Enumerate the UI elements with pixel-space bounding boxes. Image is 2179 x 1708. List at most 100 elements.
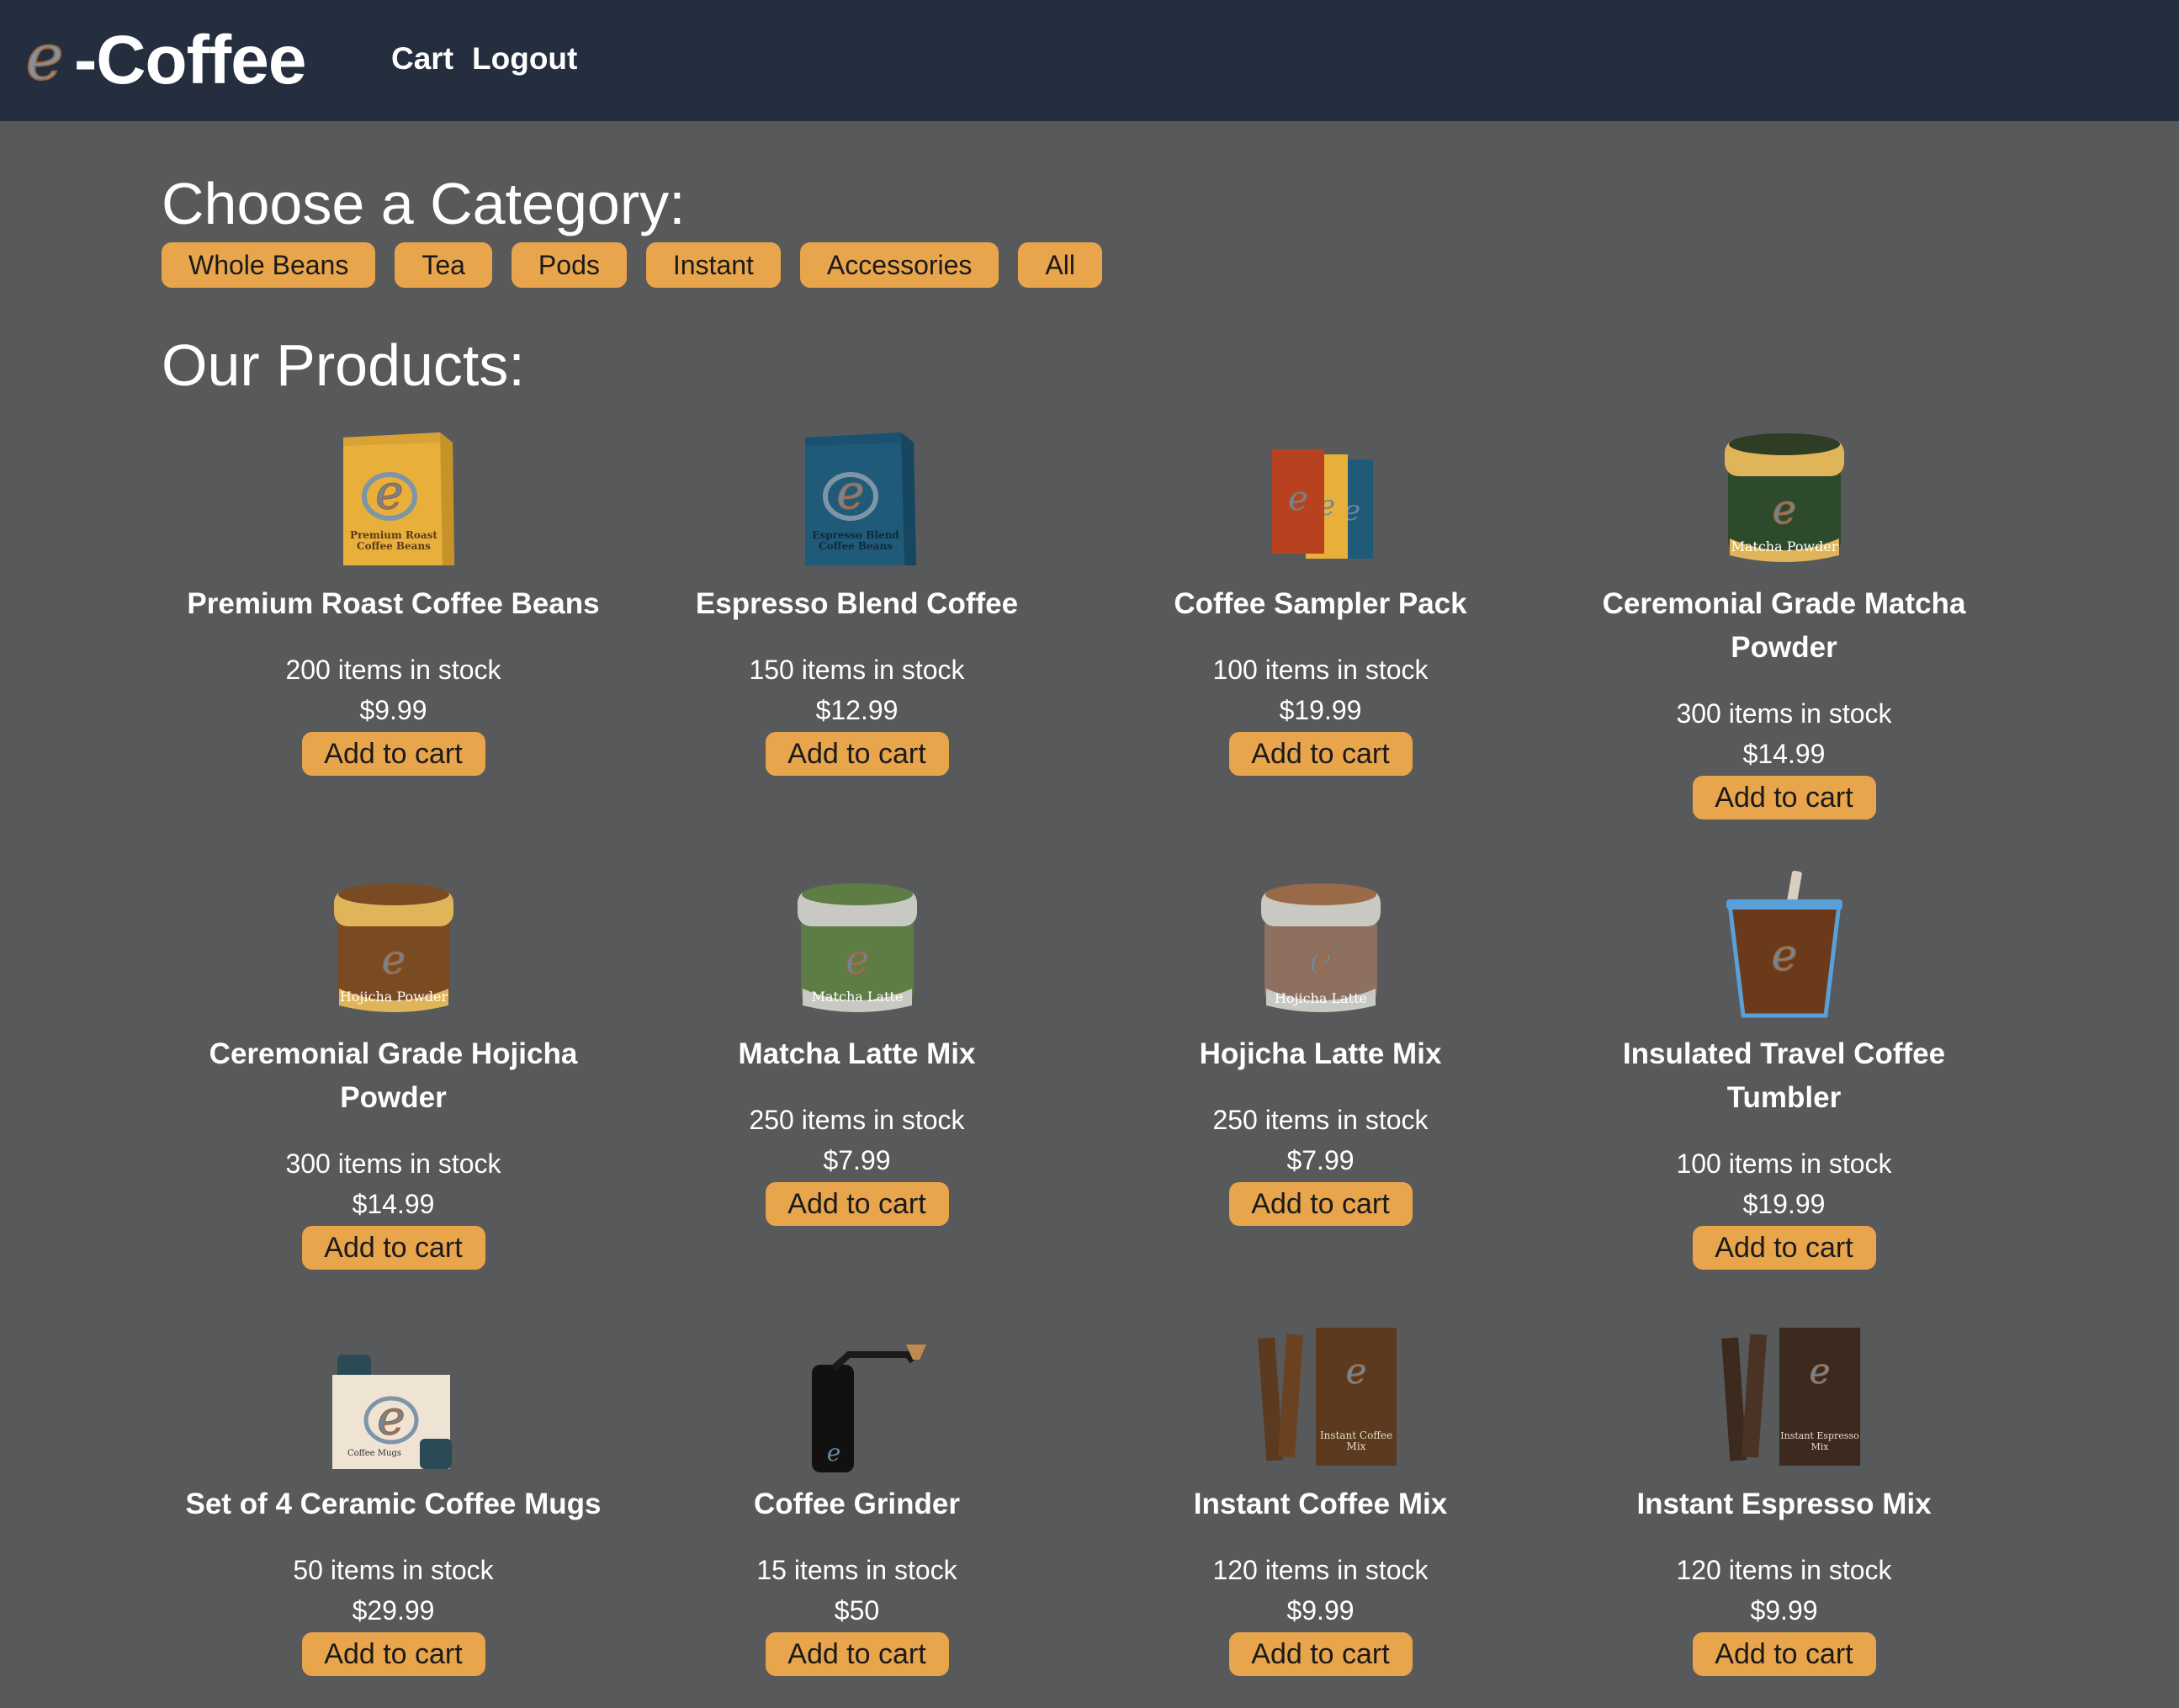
coffee-bag-icon: e Premium Roast Coffee Beans	[342, 432, 454, 565]
brand-logo-link[interactable]: e -Coffee	[19, 19, 307, 103]
category-accessories-button[interactable]: Accessories	[799, 242, 999, 288]
product-image[interactable]: e Hojicha Powder	[162, 871, 625, 1022]
top-navbar: e -Coffee Cart Logout	[0, 0, 2179, 121]
category-tea-button[interactable]: Tea	[395, 242, 492, 288]
product-stock: 120 items in stock	[1212, 1555, 1429, 1585]
add-to-cart-button[interactable]: Add to cart	[1692, 1226, 1876, 1270]
category-filter-bar: Whole Beans Tea Pods Instant Accessories…	[162, 242, 2012, 289]
instant-box-icon: e Instant Espresso Mix	[1720, 1328, 1860, 1466]
jar-icon: e Matcha Powder	[1724, 433, 1844, 562]
svg-text:e: e	[381, 936, 405, 984]
product-price: $7.99	[823, 1145, 891, 1175]
product-stock: 300 items in stock	[285, 1148, 501, 1179]
svg-text:Premium Roast: Premium Roast	[350, 529, 437, 541]
product-card: e e e Coffee Sampler Pack 100 items in s…	[1089, 421, 1552, 776]
product-stock: 250 items in stock	[749, 1105, 965, 1135]
add-to-cart-button[interactable]: Add to cart	[765, 1632, 949, 1676]
svg-text:e: e	[1308, 936, 1332, 984]
svg-text:Coffee Beans: Coffee Beans	[357, 540, 431, 552]
category-all-button[interactable]: All	[1018, 242, 1102, 288]
svg-text:e: e	[1771, 931, 1797, 981]
product-price: $9.99	[1750, 1595, 1818, 1626]
product-stock: 15 items in stock	[756, 1555, 957, 1585]
product-card: e Coffee Mugs Set of 4 Ceramic Coffee Mu…	[162, 1321, 625, 1676]
product-card: e Premium Roast Coffee Beans Premium Roa…	[162, 421, 625, 776]
product-price: $7.99	[1286, 1145, 1355, 1175]
product-image[interactable]: e	[1552, 871, 2016, 1022]
product-card: e Instant Coffee Mix Instant Coffee Mix …	[1089, 1321, 1552, 1676]
svg-text:Coffee Beans: Coffee Beans	[819, 540, 893, 552]
add-to-cart-button[interactable]: Add to cart	[765, 1182, 949, 1226]
product-image[interactable]: e Matcha Powder	[1552, 421, 2016, 572]
product-image[interactable]: e	[625, 1321, 1089, 1472]
jar-icon: e Hojicha Latte	[1260, 883, 1381, 1012]
product-name: Set of 4 Ceramic Coffee Mugs	[185, 1488, 602, 1520]
product-image[interactable]: e Premium Roast Coffee Beans	[162, 421, 625, 572]
svg-text:Matcha Latte: Matcha Latte	[811, 989, 903, 1005]
product-name: Hojicha Latte Mix	[1199, 1037, 1442, 1070]
product-stock: 100 items in stock	[1212, 655, 1429, 685]
product-card: e Insulated Travel Coffee Tumbler 100 it…	[1552, 871, 2016, 1270]
product-name: Ceremonial Grade Hojicha Powder	[209, 1037, 578, 1114]
product-price: $9.99	[359, 695, 427, 725]
svg-text:Coffee Mugs: Coffee Mugs	[347, 1449, 400, 1458]
category-whole-beans-button[interactable]: Whole Beans	[162, 242, 376, 288]
svg-text:Instant Coffee: Instant Coffee	[1319, 1430, 1392, 1441]
main-content: Choose a Category: Whole Beans Tea Pods …	[162, 165, 2012, 404]
nav-links: Cart Logout	[391, 37, 577, 81]
svg-text:e: e	[26, 30, 64, 91]
svg-text:Instant Espresso: Instant Espresso	[1780, 1430, 1859, 1441]
product-stock: 150 items in stock	[749, 655, 965, 685]
product-card: e Matcha Latte Matcha Latte Mix 250 item…	[625, 871, 1089, 1226]
add-to-cart-button[interactable]: Add to cart	[765, 732, 949, 776]
product-price: $50	[834, 1595, 880, 1626]
product-image[interactable]: e Hojicha Latte	[1089, 871, 1552, 1022]
product-price: $12.99	[815, 695, 899, 725]
mug-set-icon: e Coffee Mugs	[331, 1355, 452, 1469]
add-to-cart-button[interactable]: Add to cart	[1692, 776, 1876, 820]
category-heading: Choose a Category:	[162, 171, 686, 236]
product-card: e Hojicha Latte Hojicha Latte Mix 250 it…	[1089, 871, 1552, 1226]
product-image[interactable]: e e e	[1089, 421, 1552, 572]
e-logo-icon: e	[25, 30, 65, 91]
svg-text:e: e	[1809, 1350, 1830, 1392]
add-to-cart-button[interactable]: Add to cart	[1692, 1632, 1876, 1676]
product-name: Coffee Grinder	[753, 1488, 961, 1520]
add-to-cart-button[interactable]: Add to cart	[1228, 732, 1413, 776]
add-to-cart-button[interactable]: Add to cart	[1228, 1182, 1413, 1226]
add-to-cart-button[interactable]: Add to cart	[1228, 1632, 1413, 1676]
add-to-cart-button[interactable]: Add to cart	[301, 1226, 485, 1270]
product-price: $9.99	[1286, 1595, 1355, 1626]
add-to-cart-button[interactable]: Add to cart	[301, 732, 485, 776]
product-price: $19.99	[1279, 695, 1362, 725]
product-image[interactable]: e Espresso Blend Coffee Beans	[625, 421, 1089, 572]
coffee-bag-icon: e Espresso Blend Coffee Beans	[804, 432, 916, 565]
product-stock: 250 items in stock	[1212, 1105, 1429, 1135]
product-stock: 120 items in stock	[1676, 1555, 1892, 1585]
product-stock: 50 items in stock	[293, 1555, 494, 1585]
product-name: Ceremonial Grade Matcha Powder	[1602, 587, 1966, 664]
product-card: e Instant Espresso Mix Instant Espresso …	[1552, 1321, 2016, 1676]
product-name: Instant Coffee Mix	[1193, 1488, 1448, 1520]
product-card: e Hojicha Powder Ceremonial Grade Hojich…	[162, 871, 625, 1270]
products-heading: Our Products:	[162, 332, 525, 398]
product-stock: 300 items in stock	[1676, 698, 1892, 729]
svg-text:e: e	[375, 465, 403, 520]
sampler-pack-icon: e e e	[1271, 449, 1373, 559]
product-image[interactable]: e Coffee Mugs	[162, 1321, 625, 1472]
product-image[interactable]: e Matcha Latte	[625, 871, 1089, 1022]
svg-text:Espresso Blend: Espresso Blend	[812, 529, 899, 541]
product-price: $19.99	[1742, 1189, 1826, 1219]
instant-box-icon: e Instant Coffee Mix	[1257, 1328, 1397, 1466]
add-to-cart-button[interactable]: Add to cart	[301, 1632, 485, 1676]
product-stock: 100 items in stock	[1676, 1148, 1892, 1179]
product-card: e Espresso Blend Coffee Beans Espresso B…	[625, 421, 1089, 776]
product-image[interactable]: e Instant Coffee Mix	[1089, 1321, 1552, 1472]
product-image[interactable]: e Instant Espresso Mix	[1552, 1321, 2016, 1472]
svg-text:Matcha Powder: Matcha Powder	[1731, 538, 1837, 554]
nav-cart-link[interactable]: Cart	[391, 37, 453, 81]
category-instant-button[interactable]: Instant	[645, 242, 781, 288]
category-pods-button[interactable]: Pods	[511, 242, 627, 288]
brand-name: -Coffee	[74, 22, 306, 98]
nav-logout-link[interactable]: Logout	[472, 37, 577, 81]
